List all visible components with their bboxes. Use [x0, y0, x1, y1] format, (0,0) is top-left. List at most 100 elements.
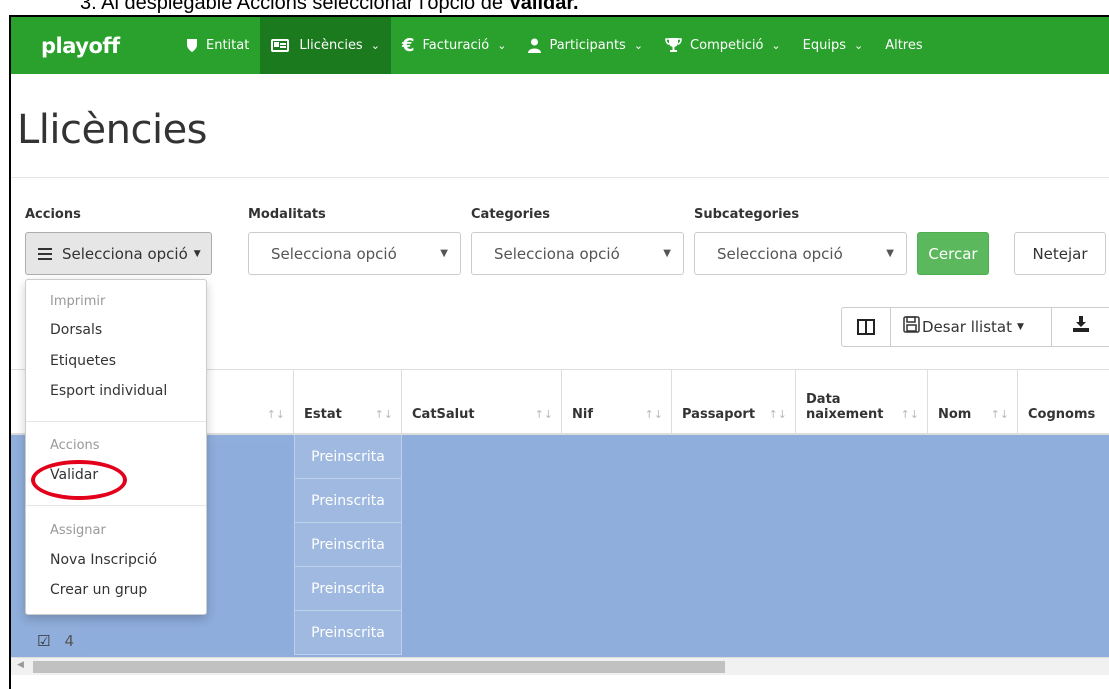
chevron-down-icon: ⌄	[853, 39, 864, 52]
column-header-text: CatSalut	[412, 407, 475, 422]
sort-icon: ↑↓	[644, 408, 663, 421]
sort-icon: ↑↓	[374, 408, 393, 421]
modalitats-value: Selecciona opció	[271, 244, 397, 263]
modalitats-select[interactable]: Selecciona opció ▼	[248, 232, 461, 275]
row-number: 4	[64, 632, 74, 650]
column-header-text: Data	[806, 392, 841, 407]
accions-dropdown-button[interactable]: Selecciona opció ▼	[25, 232, 212, 275]
subcategories-select[interactable]: Selecciona opció ▼	[694, 232, 907, 275]
subcategories-label: Subcategories	[694, 207, 800, 222]
menu-header-imprimir: Imprimir	[50, 294, 106, 309]
id-card-icon	[271, 39, 290, 52]
caption-bold-text: Validar.	[508, 0, 579, 14]
table-row-status[interactable]: Preinscrita	[294, 611, 402, 655]
user-icon	[528, 38, 542, 53]
table-row-status[interactable]: Preinscrita	[294, 567, 402, 611]
menu-item-esport-individual[interactable]: Esport individual	[50, 383, 167, 399]
column-header-text: naixement	[806, 407, 884, 422]
brand-logo[interactable]: playoff	[11, 34, 175, 58]
nav-competicio[interactable]: Competició ⌄	[654, 17, 792, 74]
caret-down-icon: ▼	[440, 248, 448, 259]
columns-toggle-button[interactable]	[841, 307, 891, 347]
trophy-icon	[665, 38, 682, 53]
row-checkbox[interactable]: ☑ 4	[25, 625, 81, 657]
menu-item-etiquetes[interactable]: Etiquetes	[50, 353, 116, 369]
modalitats-label: Modalitats	[248, 207, 326, 222]
nav-altres-label: Altres	[885, 38, 923, 53]
column-header-text: Passaport	[682, 407, 756, 422]
menu-item-dorsals[interactable]: Dorsals	[50, 322, 102, 338]
sort-icon: ↑↓	[266, 408, 285, 421]
column-header-text: Cognoms	[1028, 407, 1096, 422]
column-header-nom[interactable]: Nom ↑↓	[928, 370, 1018, 434]
accions-label: Accions	[25, 207, 81, 222]
horizontal-scrollbar[interactable]: ◀	[11, 657, 1109, 675]
highlight-ring-annotation	[31, 460, 127, 500]
menu-item-nova-inscripcio[interactable]: Nova Inscripció	[50, 552, 157, 568]
menu-item-crear-un-grup[interactable]: Crear un grup	[50, 582, 147, 598]
column-header-estat[interactable]: Estat ↑↓	[294, 370, 402, 434]
sort-icon: ↑↓	[768, 408, 787, 421]
save-list-button[interactable]: Desar llistat ▼	[890, 307, 1052, 347]
caret-down-icon: ▼	[886, 248, 894, 259]
table-row-status[interactable]: Preinscrita	[294, 479, 402, 523]
column-header-nif[interactable]: Nif ↑↓	[562, 370, 672, 434]
caret-down-icon: ▼	[1017, 322, 1024, 332]
scrollbar-thumb[interactable]	[33, 661, 725, 673]
list-icon	[38, 247, 52, 260]
categories-value: Selecciona opció	[494, 244, 620, 263]
categories-label: Categories	[471, 207, 551, 222]
nav-entitat-label: Entitat	[206, 38, 250, 53]
search-button[interactable]: Cercar	[917, 232, 989, 275]
download-icon	[1072, 316, 1090, 338]
top-navbar: playoff Entitat Llicències ⌄ € Facturaci…	[11, 17, 1109, 74]
column-header-passaport[interactable]: Passaport ↑↓	[672, 370, 796, 434]
caption-text: 3. Al desplegable Accions seleccionar l'…	[80, 0, 509, 14]
sort-icon: ↑↓	[990, 408, 1009, 421]
column-header-cognoms[interactable]: Cognoms	[1018, 370, 1109, 434]
nav-entitat[interactable]: Entitat	[175, 17, 260, 74]
menu-header-assignar: Assignar	[50, 523, 106, 538]
sort-icon: ↑↓	[900, 408, 919, 421]
checkbox-checked-icon: ☑	[37, 632, 51, 650]
nav-equips[interactable]: Equips ⌄	[792, 17, 875, 74]
chevron-down-icon: ⌄	[497, 39, 507, 52]
clear-button[interactable]: Netejar	[1014, 232, 1106, 275]
nav-competicio-label: Competició	[690, 38, 764, 53]
page-title: Llicències	[17, 107, 208, 153]
nav-participants[interactable]: Participants ⌄	[517, 17, 654, 74]
chevron-down-icon: ⌄	[633, 39, 644, 52]
nav-altres[interactable]: Altres	[874, 17, 933, 74]
nav-llicencies-label: Llicències	[299, 38, 363, 53]
accions-dropdown-menu: Imprimir Dorsals Etiquetes Esport indivi…	[25, 279, 207, 615]
column-header-text: Estat	[304, 407, 342, 422]
menu-divider	[26, 421, 206, 422]
table-row-status[interactable]: Preinscrita	[294, 435, 402, 479]
shield-icon	[186, 38, 198, 53]
scroll-left-arrow-icon[interactable]: ◀	[17, 660, 24, 670]
floppy-disk-icon	[903, 316, 920, 338]
nav-llicencies[interactable]: Llicències ⌄	[260, 17, 391, 74]
chevron-down-icon: ⌄	[771, 39, 781, 52]
chevron-down-icon: ⌄	[370, 39, 380, 52]
save-list-label: Desar llistat	[922, 318, 1012, 336]
instruction-caption: 3. Al desplegable Accions seleccionar l'…	[80, 0, 579, 15]
caret-down-icon: ▼	[193, 248, 201, 259]
subcategories-value: Selecciona opció	[717, 244, 843, 263]
column-header-catsalut[interactable]: CatSalut ↑↓	[402, 370, 562, 434]
accions-value: Selecciona opció	[62, 244, 188, 263]
column-header-data-naixement[interactable]: Data naixement ↑↓	[796, 370, 928, 434]
columns-icon	[857, 319, 875, 335]
column-header-text: Nom	[938, 407, 972, 422]
sort-icon: ↑↓	[534, 408, 553, 421]
divider	[11, 177, 1109, 178]
nav-participants-label: Participants	[549, 38, 626, 53]
nav-facturacio[interactable]: € Facturació ⌄	[391, 17, 518, 74]
nav-facturacio-label: Facturació	[422, 38, 490, 53]
table-row-status[interactable]: Preinscrita	[294, 523, 402, 567]
column-header-text: Nif	[572, 407, 593, 422]
caret-down-icon: ▼	[663, 248, 671, 259]
categories-select[interactable]: Selecciona opció ▼	[471, 232, 684, 275]
euro-icon: €	[401, 35, 415, 56]
download-button[interactable]	[1051, 307, 1109, 347]
